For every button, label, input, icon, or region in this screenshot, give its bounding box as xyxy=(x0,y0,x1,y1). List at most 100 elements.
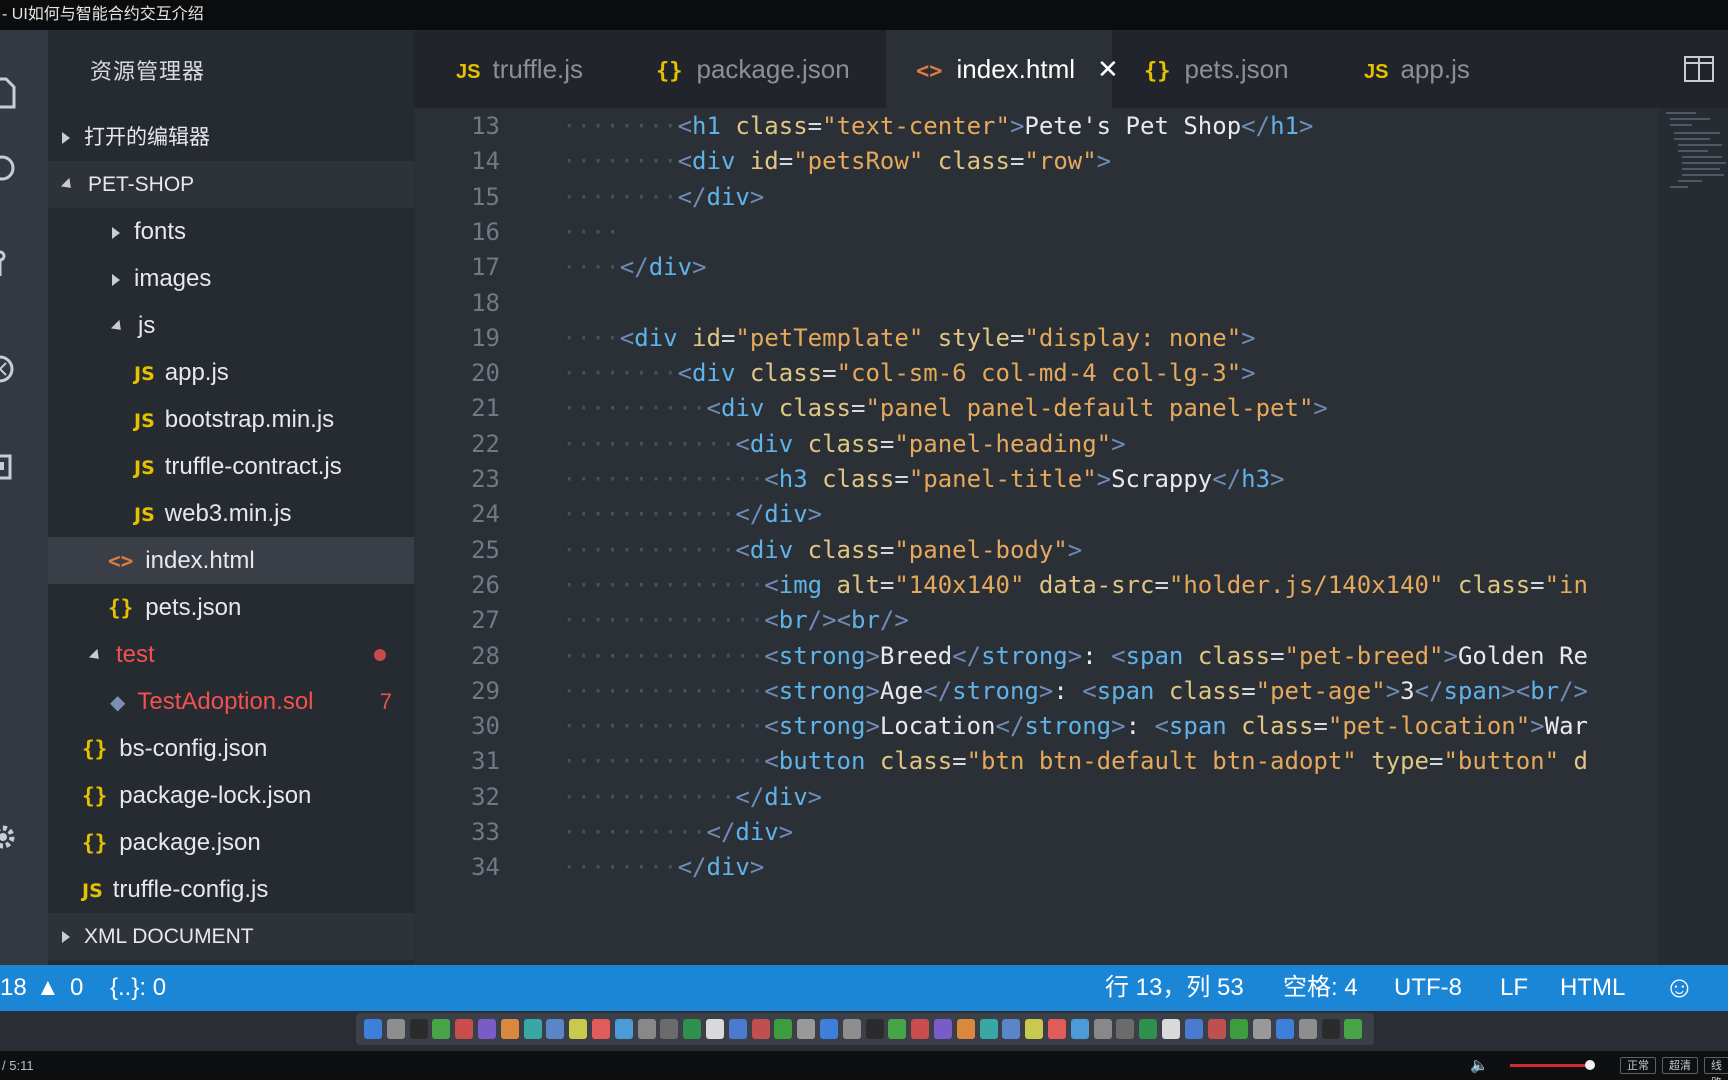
dock-app-icon[interactable] xyxy=(660,1019,679,1039)
code-line[interactable]: 32 ············</div> xyxy=(414,780,1654,815)
dock-app-icon[interactable] xyxy=(409,1019,428,1039)
code-line[interactable]: 15 ········</div> xyxy=(414,180,1654,215)
tree-file-app-js[interactable]: JS app.js xyxy=(48,349,414,396)
tree-file-index-html[interactable]: <> index.html xyxy=(48,537,414,584)
code-editor[interactable]: 13 ········<h1 class="text-center">Pete's… xyxy=(414,108,1728,965)
smiley-feedback-icon[interactable]: ☺ xyxy=(1664,965,1695,1011)
tree-file-bootstrap-js[interactable]: JS bootstrap.min.js xyxy=(48,396,414,443)
tree-file-pets-json[interactable]: {} pets.json xyxy=(48,584,414,631)
code-line[interactable]: 14 ········<div id="petsRow" class="row"> xyxy=(414,144,1654,179)
code-line[interactable]: 19 ····<div id="petTemplate" style="displ… xyxy=(414,321,1654,356)
tab-app-js[interactable]: JS app.js xyxy=(1322,30,1522,108)
dock-app-icon[interactable] xyxy=(774,1019,793,1039)
volume-icon[interactable]: 🔈 xyxy=(1470,1051,1489,1080)
dock-app-icon[interactable] xyxy=(1253,1019,1272,1039)
encoding[interactable]: UTF-8 xyxy=(1394,965,1462,1011)
code-line[interactable]: 16 ···· xyxy=(414,215,1654,250)
code-line[interactable]: 20 ········<div class="col-sm-6 col-md-4 … xyxy=(414,356,1654,391)
tree-file-truffle-config-js[interactable]: JS truffle-config.js xyxy=(48,866,414,913)
code-line[interactable]: 22 ············<div class="panel-heading"… xyxy=(414,427,1654,462)
language-mode[interactable]: HTML xyxy=(1560,965,1625,1011)
tree-folder-fonts[interactable]: fonts xyxy=(48,208,414,255)
dock-app-icon[interactable] xyxy=(455,1019,474,1039)
code-line[interactable]: 23 ··············<h3 class="panel-title">… xyxy=(414,462,1654,497)
cursor-position[interactable]: 行 13，列 53 xyxy=(1105,965,1244,1011)
dock-app-icon[interactable] xyxy=(820,1019,838,1039)
dock-app-icon[interactable] xyxy=(1025,1019,1044,1039)
quality-hd-button[interactable]: 超清 xyxy=(1662,1057,1698,1074)
code-line[interactable]: 27 ··············<br/><br/> xyxy=(414,603,1654,638)
dock-app-icon[interactable] xyxy=(1276,1019,1294,1039)
error-count[interactable]: 18 xyxy=(0,965,27,1011)
files-icon[interactable] xyxy=(0,75,20,109)
source-control-icon[interactable] xyxy=(0,248,20,282)
minimap[interactable] xyxy=(1658,108,1728,965)
tree-file-truffle-contract-js[interactable]: JS truffle-contract.js xyxy=(48,443,414,490)
code-line[interactable]: 26 ··············<img alt="140x140" data-… xyxy=(414,568,1654,603)
dock-app-icon[interactable] xyxy=(500,1019,519,1039)
dock-app-icon[interactable] xyxy=(1321,1019,1340,1039)
dock-app-icon[interactable] xyxy=(1344,1019,1363,1039)
dock-app-icon[interactable] xyxy=(386,1019,405,1039)
warning-count[interactable]: 0 xyxy=(70,965,83,1011)
dock-app-icon[interactable] xyxy=(979,1019,998,1039)
project-section[interactable]: PET-SHOP xyxy=(48,161,414,208)
line-ending[interactable]: LF xyxy=(1500,965,1528,1011)
dock-app-icon[interactable] xyxy=(478,1019,496,1039)
code-line[interactable]: 17 ····</div> xyxy=(414,250,1654,285)
dock-app-icon[interactable] xyxy=(1002,1019,1021,1039)
dock-app-icon[interactable] xyxy=(592,1019,610,1039)
code-line[interactable]: 34 ········</div> xyxy=(414,850,1654,885)
dock-app-icon[interactable] xyxy=(934,1019,952,1039)
code-line[interactable]: 13 ········<h1 class="text-center">Pete's… xyxy=(414,109,1654,144)
dock-app-icon[interactable] xyxy=(614,1019,633,1039)
dock-app-icon[interactable] xyxy=(1093,1019,1112,1039)
dock-app-icon[interactable] xyxy=(569,1019,588,1039)
dock-app-icon[interactable] xyxy=(1070,1019,1089,1039)
warning-icon[interactable]: ▲ xyxy=(36,965,60,1011)
dock-app-icon[interactable] xyxy=(1230,1019,1249,1039)
dock-app-icon[interactable] xyxy=(888,1019,907,1039)
code-line[interactable]: 29 ··············<strong>Age</strong>: <s… xyxy=(414,674,1654,709)
xml-document-section[interactable]: XML DOCUMENT xyxy=(48,913,414,960)
dock-app-icon[interactable] xyxy=(364,1019,382,1039)
open-editors-section[interactable]: 打开的编辑器 xyxy=(48,114,414,161)
tree-file-web3-js[interactable]: JS web3.min.js xyxy=(48,490,414,537)
brace-count[interactable]: {..}: 0 xyxy=(110,965,166,1011)
dock-app-icon[interactable] xyxy=(911,1019,930,1039)
dock-app-icon[interactable] xyxy=(706,1019,724,1039)
dock-app-icon[interactable] xyxy=(1162,1019,1180,1039)
dock-app-icon[interactable] xyxy=(432,1019,451,1039)
tree-folder-images[interactable]: images xyxy=(48,255,414,302)
gear-icon[interactable] xyxy=(0,820,20,854)
code-line[interactable]: 21 ··········<div class="panel panel-defa… xyxy=(414,391,1654,426)
dock-app-icon[interactable] xyxy=(751,1019,770,1039)
dock-app-icon[interactable] xyxy=(842,1019,861,1039)
dock-app-icon[interactable] xyxy=(1139,1019,1158,1039)
indentation[interactable]: 空格: 4 xyxy=(1283,965,1358,1011)
tab-truffle-js[interactable]: JS truffle.js xyxy=(414,30,624,108)
dock-app-icon[interactable] xyxy=(1207,1019,1226,1039)
dock-app-icon[interactable] xyxy=(546,1019,565,1039)
dock-app-icon[interactable] xyxy=(797,1019,816,1039)
quality-normal-button[interactable]: 正常 xyxy=(1620,1057,1656,1074)
dock-app-icon[interactable] xyxy=(956,1019,975,1039)
code-line[interactable]: 28 ··············<strong>Breed</strong>: … xyxy=(414,639,1654,674)
extensions-icon[interactable] xyxy=(0,450,20,484)
tab-pets-json[interactable]: {} pets.json xyxy=(1112,30,1322,108)
tree-file-testadoption-sol[interactable]: ◆ TestAdoption.sol 7 xyxy=(48,678,414,725)
dock-app-icon[interactable] xyxy=(637,1019,656,1039)
tree-folder-test[interactable]: test xyxy=(48,631,414,678)
dock-app-icon[interactable] xyxy=(1048,1019,1066,1039)
route-button[interactable]: 线路 xyxy=(1704,1057,1728,1080)
code-line[interactable]: 33 ··········</div> xyxy=(414,815,1654,850)
dock-app-icon[interactable] xyxy=(865,1019,884,1039)
tab-package-json[interactable]: {} package.json xyxy=(624,30,886,108)
volume-slider[interactable] xyxy=(1510,1064,1590,1067)
split-editor-icon[interactable] xyxy=(1684,56,1714,82)
search-icon[interactable] xyxy=(0,152,20,186)
tree-file-bs-config-json[interactable]: {} bs-config.json xyxy=(48,725,414,772)
dock-app-icon[interactable] xyxy=(1184,1019,1203,1039)
code-line[interactable]: 30 ··············<strong>Location</strong… xyxy=(414,709,1654,744)
volume-knob[interactable] xyxy=(1585,1060,1595,1070)
